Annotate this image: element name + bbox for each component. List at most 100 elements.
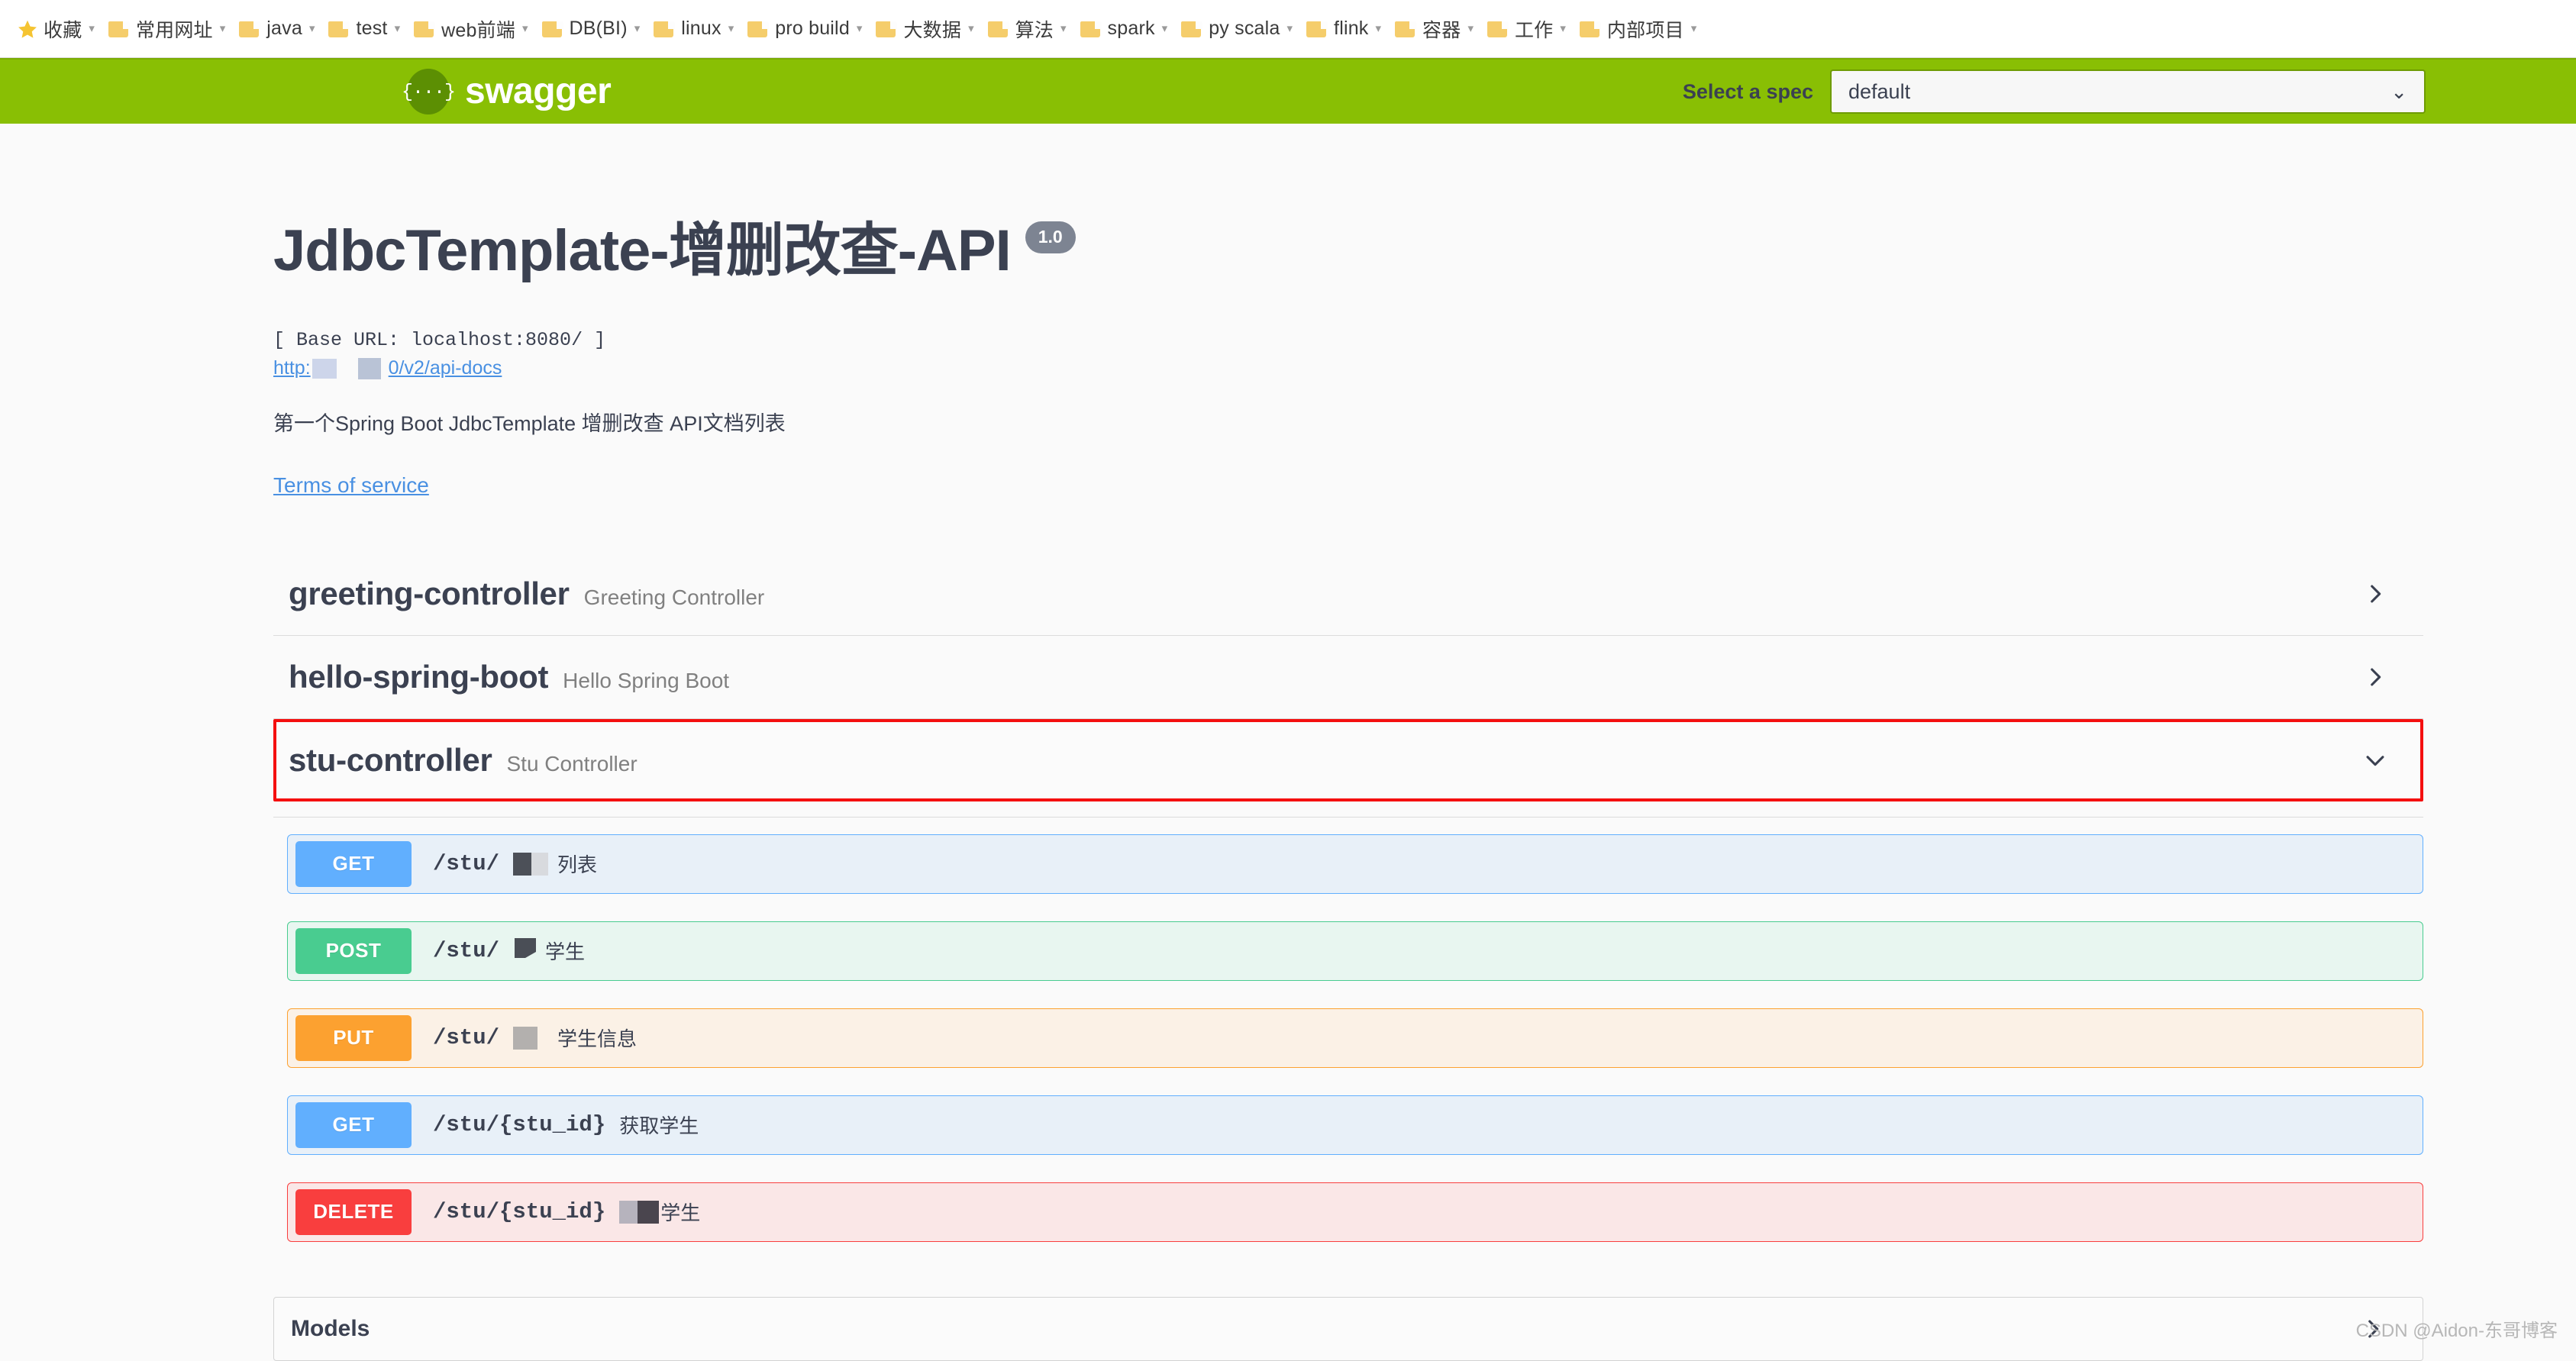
bookmark-item-linux[interactable]: linux ▾ <box>647 8 740 50</box>
models-header[interactable]: Models <box>273 1296 2423 1361</box>
chevron-down-icon: ▾ <box>394 22 401 35</box>
chevron-down-icon: ▾ <box>634 22 641 35</box>
folder-icon <box>1306 20 1328 38</box>
tag-header-labels: hello-spring-boot Hello Spring Boot <box>289 659 729 695</box>
swagger-logo[interactable]: {···} swagger <box>402 69 612 114</box>
operation-summary: 学生 <box>619 1198 700 1226</box>
swagger-braces-glyph: {···} <box>402 80 456 103</box>
api-description: 第一个Spring Boot JdbcTemplate 增删改查 API文档列表 <box>273 412 786 436</box>
api-docs-link-suffix[interactable]: 0/v2/api-docs <box>389 357 502 379</box>
bookmark-item-容器[interactable]: 容器 ▾ <box>1389 8 1480 50</box>
tag-description: Greeting Controller <box>583 585 765 609</box>
api-docs-link-prefix[interactable]: http: <box>273 357 311 379</box>
terms-of-service-link[interactable]: Terms of service <box>273 473 429 497</box>
bookmark-label: 大数据 <box>903 19 962 41</box>
operation-summary-text: 获取学生 <box>619 1114 699 1138</box>
api-info-block: JdbcTemplate-增删改查-API 1.0 [ Base URL: lo… <box>0 124 2576 498</box>
tag-name: greeting-controller <box>289 575 570 611</box>
operation-method-badge: POST <box>295 927 412 974</box>
bookmark-item-py scala[interactable]: py scala ▾ <box>1175 8 1299 50</box>
api-tags-list: greeting-controller Greeting Controller he… <box>0 498 2576 1242</box>
operation-row[interactable]: GET/stu/列表 <box>287 834 2423 894</box>
tag-section-stu-controller: stu-controller Stu Controller GET/stu/列表 PO… <box>273 718 2423 1242</box>
chevron-down-icon[interactable] <box>2362 747 2388 773</box>
bookmark-item-flink[interactable]: flink ▾ <box>1300 8 1387 50</box>
folder-icon <box>876 20 898 38</box>
bookmark-label: spark <box>1107 18 1155 39</box>
bookmark-item-test[interactable]: test ▾ <box>322 8 406 50</box>
folder-icon <box>328 20 350 38</box>
spec-select[interactable]: default ⌄ <box>1830 69 2426 114</box>
folder-icon <box>747 20 770 38</box>
operation-path: /stu/ <box>433 1025 500 1051</box>
csdn-watermark: CSDN @Aidon-东哥博客 <box>2355 1321 2558 1341</box>
chevron-down-icon: ▾ <box>1467 22 1474 35</box>
chevron-down-icon: ▾ <box>522 22 528 35</box>
folder-icon <box>1579 20 1601 38</box>
operation-summary: 学生 <box>513 935 585 966</box>
operation-method-badge: GET <box>295 840 412 887</box>
swagger-topbar: {···} swagger Select a spec default ⌄ <box>0 58 2576 124</box>
folder-icon <box>414 20 436 38</box>
swagger-ui-main: JdbcTemplate-增删改查-API 1.0 [ Base URL: lo… <box>0 124 2576 1361</box>
bookmark-item-算法[interactable]: 算法 ▾ <box>982 8 1073 50</box>
page-title: JdbcTemplate-增删改查-API <box>273 218 1012 283</box>
operation-row[interactable]: PUT/stu/学生信息 <box>287 1008 2423 1068</box>
star-icon <box>17 19 38 39</box>
chevron-down-icon: ▾ <box>856 22 863 35</box>
bookmark-item-内部项目[interactable]: 内部项目 ▾ <box>1574 8 1703 50</box>
browser-bookmarks-bar: 收藏 ▾ 常用网址 ▾ java ▾ test ▾ web前端 ▾ DB(BI) ▾ linux ▾ pro… <box>0 0 2576 58</box>
bookmark-label: 内部项目 <box>1606 19 1684 41</box>
folder-icon <box>654 20 676 38</box>
spec-selector-group: Select a spec default ⌄ <box>1683 69 2426 114</box>
operation-summary-text: 学生 <box>545 940 586 964</box>
bookmark-label: 算法 <box>1015 19 1054 41</box>
swagger-logo-text: swagger <box>465 71 612 111</box>
tag-header-hello-spring-boot[interactable]: hello-spring-boot Hello Spring Boot <box>273 636 2423 719</box>
folder-icon <box>1080 20 1102 38</box>
api-title-row: JdbcTemplate-增删改查-API 1.0 <box>273 180 2576 321</box>
bookmark-label: linux <box>681 18 721 39</box>
bookmark-label: flink <box>1334 18 1369 39</box>
folder-icon <box>108 20 130 38</box>
chevron-right-icon[interactable] <box>2362 664 2388 690</box>
operation-path: /stu/ <box>433 851 500 877</box>
redacted-block <box>513 1026 538 1050</box>
chevron-down-icon: ▾ <box>968 22 974 35</box>
tag-description: Hello Spring Boot <box>563 668 730 692</box>
bookmark-item-web前端[interactable]: web前端 ▾ <box>408 8 534 50</box>
chevron-right-icon[interactable] <box>2362 581 2388 607</box>
bookmark-item-常用网址[interactable]: 常用网址 ▾ <box>102 8 231 50</box>
bookmark-label: test <box>356 18 388 39</box>
bookmark-item-spark[interactable]: spark ▾ <box>1074 8 1174 50</box>
operation-row[interactable]: GET/stu/{stu_id} 获取学生 <box>287 1095 2423 1155</box>
folder-icon <box>239 20 261 38</box>
bookmark-label: 工作 <box>1514 19 1554 41</box>
tag-header-labels: stu-controller Stu Controller <box>289 742 638 779</box>
bookmark-label: 常用网址 <box>135 19 213 41</box>
spec-select-value: default <box>1848 79 1911 103</box>
bookmark-item-DB(BI)[interactable]: DB(BI) ▾ <box>536 8 647 50</box>
bookmark-item-工作[interactable]: 工作 ▾ <box>1481 8 1572 50</box>
bookmark-item-大数据[interactable]: 大数据 ▾ <box>870 8 980 50</box>
operation-summary-text: 列表 <box>557 853 598 877</box>
bookmark-item-收藏[interactable]: 收藏 ▾ <box>11 8 101 50</box>
redacted-block <box>357 357 381 379</box>
operation-row[interactable]: POST/stu/学生 <box>287 921 2423 981</box>
bookmark-item-pro build[interactable]: pro build ▾ <box>741 8 868 50</box>
chevron-down-icon: ▾ <box>1375 22 1382 35</box>
chevron-down-icon: ▾ <box>89 22 95 35</box>
api-version-badge: 1.0 <box>1025 221 1076 253</box>
tag-section-greeting-controller: greeting-controller Greeting Controller <box>273 553 2423 636</box>
chevron-down-icon: ▾ <box>728 22 734 35</box>
bookmark-item-java[interactable]: java ▾ <box>233 8 321 50</box>
models-section: Models <box>0 1269 2576 1361</box>
tag-header-greeting-controller[interactable]: greeting-controller Greeting Controller <box>273 553 2423 636</box>
operation-method-badge: DELETE <box>295 1188 412 1235</box>
swagger-braces-icon: {···} <box>402 69 456 114</box>
tag-name: hello-spring-boot <box>289 658 549 695</box>
operation-row[interactable]: DELETE/stu/{stu_id} 学生 <box>287 1182 2423 1242</box>
tag-header-stu-controller[interactable]: stu-controller Stu Controller <box>273 718 2423 801</box>
redacted-block <box>513 852 549 876</box>
operation-summary: 学生信息 <box>513 1024 637 1052</box>
